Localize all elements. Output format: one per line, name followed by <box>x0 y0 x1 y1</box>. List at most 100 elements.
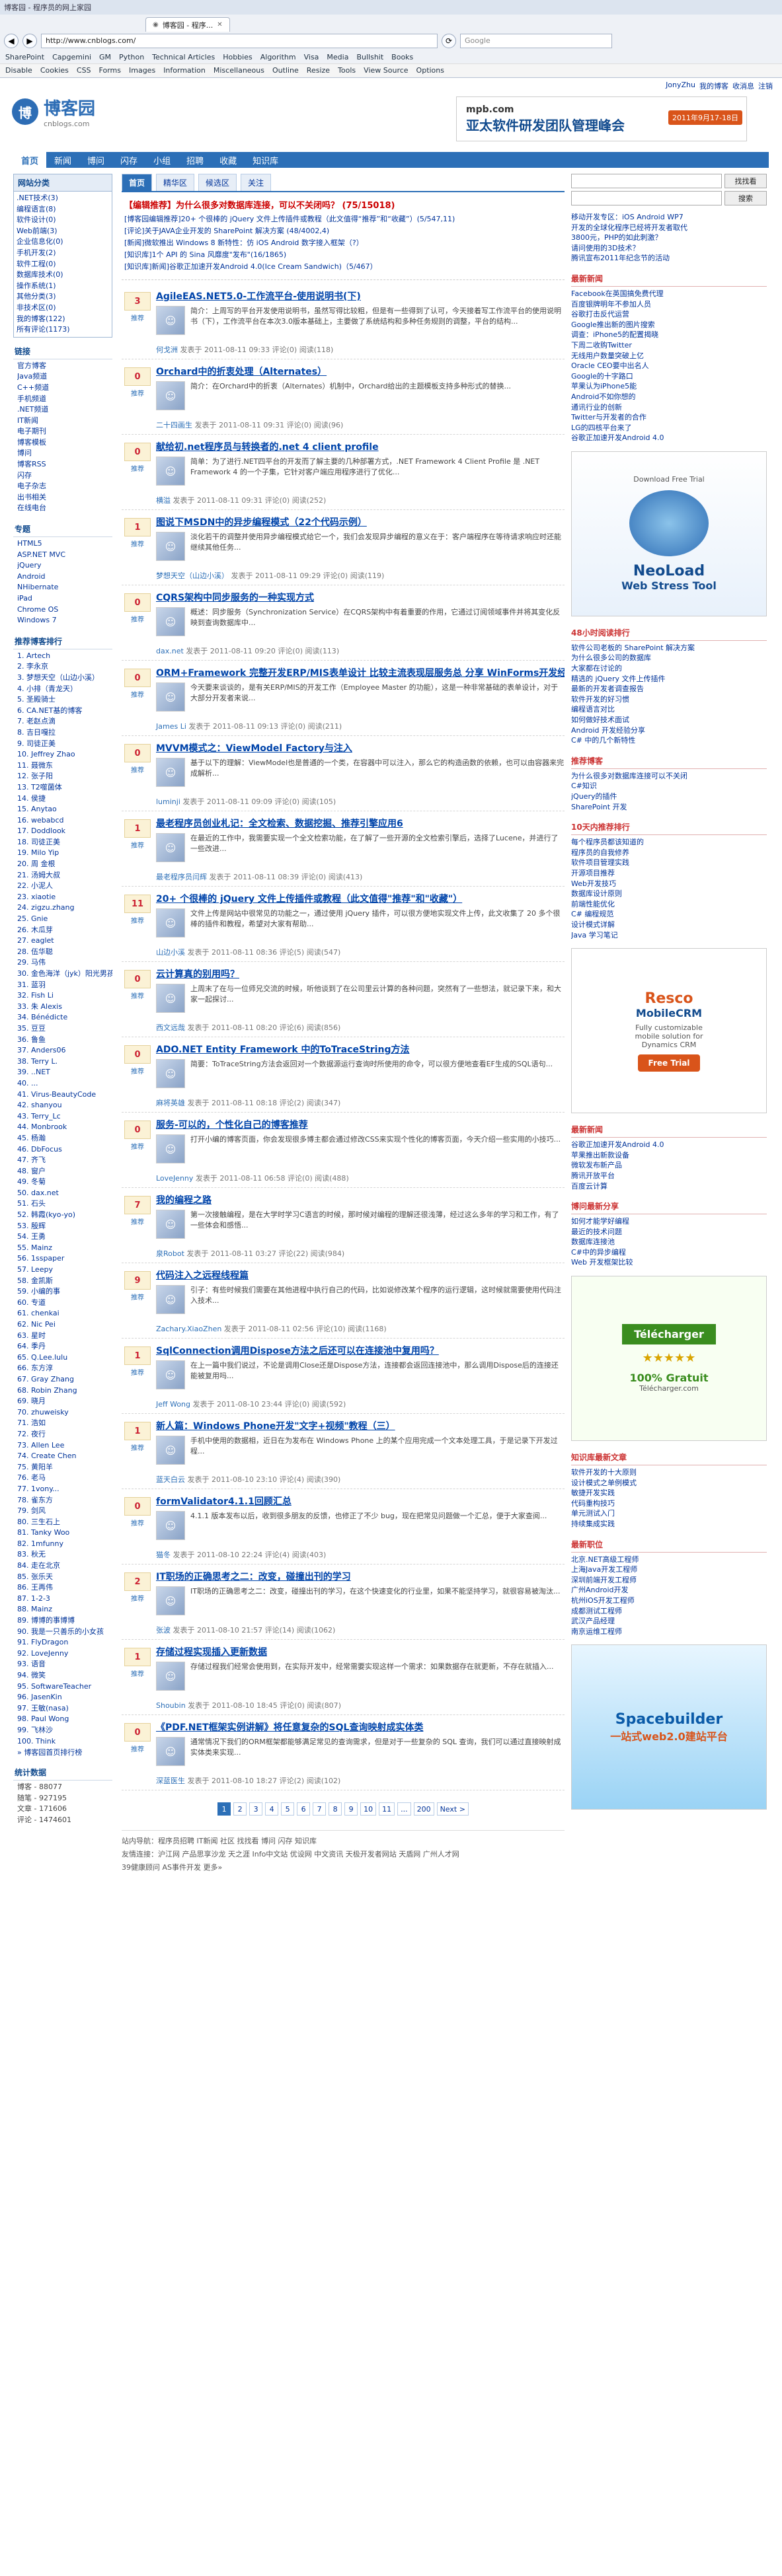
avatar[interactable]: ☺ <box>156 607 185 636</box>
list-item[interactable]: Facebook在英国搞免费代理 <box>571 289 767 299</box>
list-item[interactable]: 软件开发的好习惯 <box>571 694 767 705</box>
list-item[interactable]: 上海Java开发工程师 <box>571 1564 767 1575</box>
list-item[interactable]: 9. 司徒正美 <box>17 739 112 750</box>
list-item[interactable]: 编程语言对比 <box>571 704 767 715</box>
comment-label[interactable]: 评论 <box>265 1626 280 1635</box>
list-item[interactable]: 66. 东方淳 <box>17 1363 112 1374</box>
telecharger-ad[interactable]: Télécharger ★★★★★ 100% Gratuit Télécharg… <box>571 1276 767 1442</box>
list-item[interactable]: Web前端(3) <box>17 226 109 237</box>
list-item[interactable]: 请问使用的3D技术？ <box>571 243 767 254</box>
list-item[interactable]: 苹果推出新款设备 <box>571 1150 767 1161</box>
list-item[interactable]: 腾讯宣布2011年纪念节的活动 <box>571 253 767 264</box>
headline-link[interactable]: [知识库]新闻]谷歌正加速开发Android 4.0(Ice Cream San… <box>124 261 562 273</box>
list-item[interactable]: 69. 晓月 <box>17 1396 112 1407</box>
page-link[interactable]: 5 <box>281 1802 295 1816</box>
list-item[interactable]: 99. 飞林沙 <box>17 1725 112 1736</box>
list-item[interactable]: 在线电台 <box>17 503 112 514</box>
list-item[interactable]: 前端性能优化 <box>571 899 767 910</box>
comment-count[interactable]: 0 <box>305 1174 309 1183</box>
recommend-button[interactable]: 推荐 <box>124 1367 151 1377</box>
list-item[interactable]: 11. 聂微东 <box>17 760 112 772</box>
list-item[interactable]: 85. 张乐天 <box>17 1572 112 1583</box>
list-item[interactable]: 持续集成实践 <box>571 1519 767 1529</box>
list-item[interactable]: 53. 殷辉 <box>17 1221 112 1232</box>
back-button[interactable]: ◀ <box>4 34 19 48</box>
headline-link[interactable]: [新闻]微软推出 Windows 8 新特性：仿 iOS Android 数字接… <box>124 237 562 249</box>
page-link[interactable]: 1 <box>217 1802 231 1816</box>
list-item[interactable]: Chrome OS <box>17 605 112 616</box>
list-item[interactable]: 无线用户数量突破上亿 <box>571 351 767 361</box>
list-item[interactable]: 1. Artech <box>17 651 112 662</box>
list-item[interactable]: 3800元，PHP的如此刺激？ <box>571 233 767 243</box>
list-item[interactable]: 出书相关 <box>17 492 112 503</box>
comment-label[interactable]: 评论 <box>265 496 280 505</box>
list-item[interactable]: 手机开发(2) <box>17 248 109 259</box>
list-item[interactable]: 18. 司徒正美 <box>17 837 112 848</box>
comment-count[interactable]: 0 <box>297 1701 302 1710</box>
page-link[interactable]: 4 <box>265 1802 279 1816</box>
list-item[interactable]: 22. 小泥人 <box>17 881 112 892</box>
recommend-button[interactable]: 推荐 <box>124 990 151 1000</box>
list-item[interactable]: 腾讯开放平台 <box>571 1171 767 1181</box>
list-item[interactable]: 70. zhuweisky <box>17 1407 112 1418</box>
list-item[interactable]: 19. Milo Yip <box>17 848 112 859</box>
list-item[interactable]: 最近的技术问题 <box>571 1227 767 1237</box>
list-item[interactable]: 90. 我是一只善乐的小女孩 <box>17 1627 112 1638</box>
list-item[interactable]: 手机频道 <box>17 394 112 405</box>
list-item[interactable]: 100. Think <box>17 1736 112 1748</box>
avatar[interactable]: ☺ <box>156 306 185 335</box>
recommend-button[interactable]: 推荐 <box>124 1593 151 1603</box>
comment-count[interactable]: 0 <box>295 647 300 655</box>
list-item[interactable]: 数据库设计原则 <box>571 889 767 899</box>
list-item[interactable]: 29. 马伟 <box>17 957 112 969</box>
nav-item[interactable]: 首页 <box>13 152 47 168</box>
list-item[interactable]: 49. 冬菊 <box>17 1177 112 1188</box>
list-item[interactable]: 57. Leepy <box>17 1265 112 1276</box>
avatar[interactable]: ☺ <box>156 758 185 787</box>
list-item[interactable]: 17. Doddlook <box>17 826 112 837</box>
list-item[interactable]: 23. xiaotie <box>17 892 112 903</box>
list-item[interactable]: 58. 金凯斯 <box>17 1276 112 1287</box>
page-link[interactable]: 2 <box>233 1802 247 1816</box>
nav-item[interactable]: 收藏 <box>212 152 245 168</box>
list-item[interactable]: Java 学习笔记 <box>571 930 767 941</box>
nav-item[interactable]: 博问 <box>79 152 112 168</box>
list-item[interactable]: SharePoint 开发 <box>571 802 767 813</box>
comment-label[interactable]: 评论 <box>281 722 295 731</box>
list-item[interactable]: 百度银牌明年不参加人员 <box>571 299 767 310</box>
comment-label[interactable]: 评论 <box>280 1023 294 1032</box>
post-author[interactable]: 张波 <box>156 1626 171 1635</box>
recommend-button[interactable]: 推荐 <box>124 764 151 774</box>
comment-label[interactable]: 评论 <box>279 1249 293 1258</box>
post-title[interactable]: Orchard中的折衷处理（Alternates） <box>156 365 565 378</box>
page-link[interactable]: 11 <box>379 1802 395 1816</box>
list-item[interactable]: 百度云计算 <box>571 1181 767 1192</box>
list-item[interactable]: 最新的开发者调查报告 <box>571 684 767 694</box>
list-item[interactable]: 电子杂志 <box>17 481 112 492</box>
list-item[interactable]: 33. 朱 Alexis <box>17 1002 112 1013</box>
post-author[interactable]: LoveJenny <box>156 1174 193 1183</box>
list-item[interactable]: 随笔 - 927195 <box>17 1793 112 1804</box>
headline-link[interactable]: [博客园编辑推荐]20+ 个很棒的 jQuery 文件上传插件或教程（此文值得“… <box>124 213 562 225</box>
comment-label[interactable]: 评论 <box>278 647 292 655</box>
comment-label[interactable]: 评论 <box>280 948 294 957</box>
list-item[interactable]: jQuery <box>17 560 112 571</box>
post-author[interactable]: 山边小溪 <box>156 948 185 957</box>
list-item[interactable]: 27. eaglet <box>17 936 112 947</box>
avatar[interactable]: ☺ <box>156 908 185 938</box>
list-item[interactable]: 71. 浩如 <box>17 1418 112 1429</box>
list-item[interactable]: Google的十字路口 <box>571 371 767 382</box>
list-item[interactable]: 21. 汤姆大叔 <box>17 870 112 881</box>
recommend-button[interactable]: 推荐 <box>124 1292 151 1302</box>
headline-link[interactable]: 【编辑推荐】为什么很多对数据库连接，可以不关闭吗？ (75/15018) <box>124 199 562 213</box>
list-item[interactable]: 36. 鲁鱼 <box>17 1035 112 1046</box>
post-title[interactable]: IT职场的正确思考之二：改变，碰撞出刊的学习 <box>156 1570 565 1583</box>
comment-label[interactable]: 评论 <box>316 1325 331 1333</box>
list-item[interactable]: 43. Terry_Lc <box>17 1111 112 1122</box>
post-author[interactable]: 何戈洲 <box>156 346 178 354</box>
links-row[interactable]: 站内导航：程序员招聘 IT新闻 社区 找找看 博问 闪存 知识库 <box>122 1835 565 1848</box>
bookmark-item[interactable]: Bullshit <box>356 53 383 61</box>
list-item[interactable]: 谷歌打击反代运营 <box>571 309 767 320</box>
post-title[interactable]: ORM+Framework 完整开发ERP/MIS表单设计 比较主流表现层服务总… <box>156 666 565 679</box>
list-item[interactable]: 代码重构技巧 <box>571 1498 767 1509</box>
